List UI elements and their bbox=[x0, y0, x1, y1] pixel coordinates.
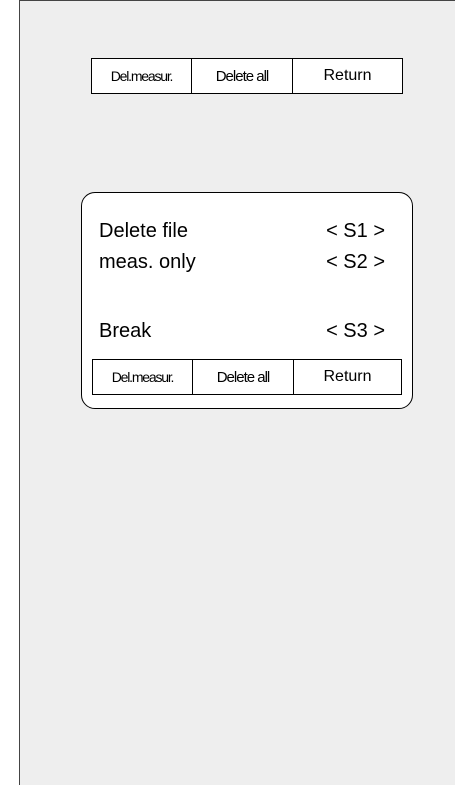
s3-key-hint: < S3 > bbox=[326, 320, 385, 342]
delete-file-label: Delete file bbox=[99, 220, 188, 242]
break-option[interactable]: Break < S3 > bbox=[99, 319, 385, 343]
dialog-del-measur-button[interactable]: Del.measur. bbox=[93, 360, 193, 394]
meas-only-option[interactable]: meas. only < S2 > bbox=[99, 250, 385, 274]
meas-only-label: meas. only bbox=[99, 251, 196, 273]
s2-key-hint: < S2 > bbox=[326, 251, 385, 273]
delete-file-option[interactable]: Delete file < S1 > bbox=[99, 219, 385, 243]
delete-all-button[interactable]: Delete all bbox=[192, 59, 293, 93]
del-measur-button[interactable]: Del.measur. bbox=[92, 59, 192, 93]
dialog-return-button[interactable]: Return bbox=[294, 360, 401, 394]
top-softkey-bar: Del.measur. Delete all Return bbox=[91, 58, 403, 94]
dialog-softkey-bar: Del.measur. Delete all Return bbox=[92, 359, 402, 395]
return-button[interactable]: Return bbox=[293, 59, 402, 93]
dialog-delete-all-button[interactable]: Delete all bbox=[193, 360, 294, 394]
break-label: Break bbox=[99, 320, 152, 342]
s1-key-hint: < S1 > bbox=[326, 220, 385, 242]
delete-dialog: Delete file < S1 > meas. only < S2 > Bre… bbox=[81, 192, 413, 409]
